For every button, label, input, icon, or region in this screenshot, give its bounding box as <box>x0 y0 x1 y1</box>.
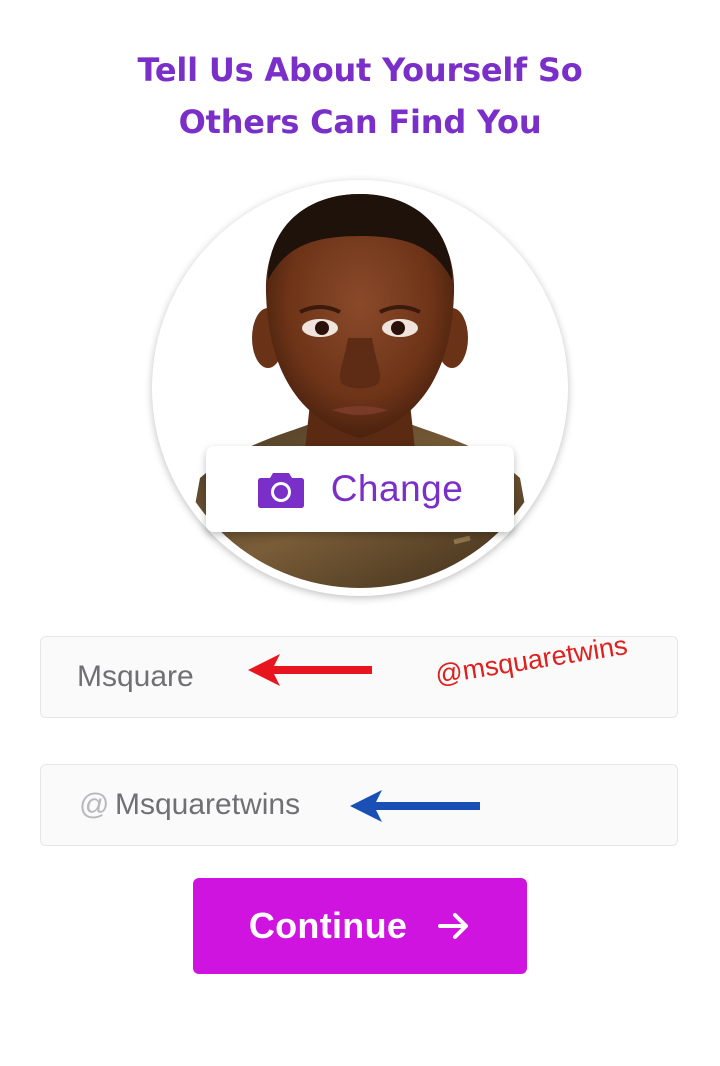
profile-setup-screen: Tell Us About Yourself So Others Can Fin… <box>0 0 720 1066</box>
avatar-frame <box>152 180 568 596</box>
page-title-line-1: Tell Us About Yourself So <box>137 51 583 89</box>
blue-arrow-annotation <box>350 790 480 822</box>
page-title-line-2: Others Can Find You <box>178 103 542 141</box>
username-input[interactable] <box>115 765 375 845</box>
page-title: Tell Us About Yourself So Others Can Fin… <box>0 44 720 148</box>
arrow-right-icon <box>438 913 469 939</box>
red-arrow-annotation <box>248 654 372 686</box>
continue-label: Continue <box>248 905 408 946</box>
camera-icon <box>257 473 304 508</box>
continue-button[interactable]: Continue <box>193 878 527 974</box>
change-photo-label: Change <box>330 468 464 509</box>
change-photo-button[interactable]: Change <box>206 446 514 532</box>
username-at-prefix: @ <box>79 788 110 821</box>
